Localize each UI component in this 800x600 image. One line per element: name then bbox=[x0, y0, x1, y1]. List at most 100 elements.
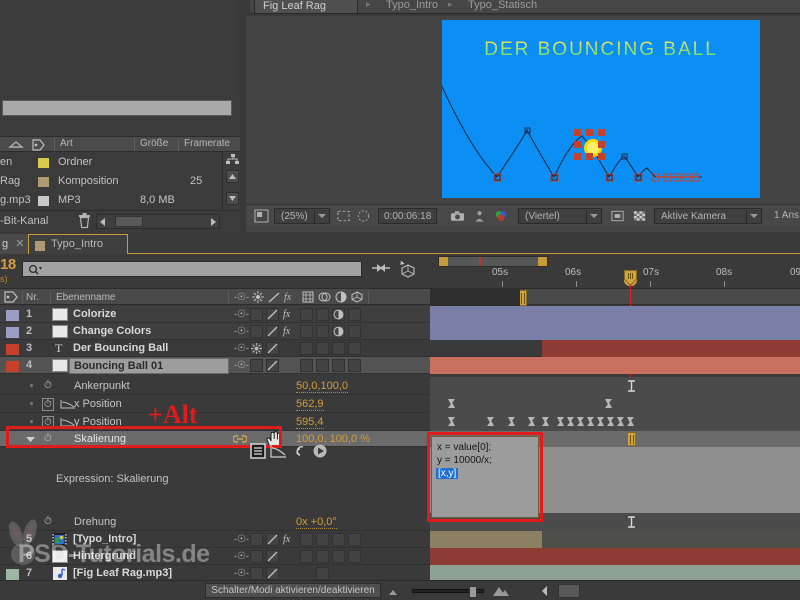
fx-indicator[interactable]: fx bbox=[283, 309, 290, 320]
frame-blend-toggle[interactable] bbox=[300, 342, 313, 355]
magnification-icon[interactable] bbox=[254, 209, 269, 223]
keyframe[interactable] bbox=[508, 417, 515, 426]
quality-toggle[interactable] bbox=[250, 533, 263, 546]
label-tag-icon[interactable] bbox=[32, 139, 45, 151]
motion-blur-toggle[interactable] bbox=[316, 567, 329, 580]
layer-name[interactable]: Colorize bbox=[73, 308, 116, 320]
property-value[interactable]: 0x +0,0° bbox=[296, 516, 337, 529]
layer-color-swatch[interactable] bbox=[6, 327, 19, 338]
expression-language-icon[interactable] bbox=[312, 443, 328, 459]
layer-bar-5[interactable] bbox=[430, 531, 542, 548]
header-shy-icon[interactable]: -☉- bbox=[234, 292, 249, 303]
quality-toggle[interactable] bbox=[250, 342, 263, 355]
3d-toggle[interactable] bbox=[348, 308, 361, 321]
expression-line-1[interactable]: x = value[0]; bbox=[437, 442, 491, 453]
header-effects-icon[interactable] bbox=[268, 292, 280, 303]
show-snapshot-icon[interactable] bbox=[472, 209, 487, 223]
layer-name[interactable]: Der Bouncing Ball bbox=[73, 342, 168, 354]
column-header-nr[interactable]: Nr. bbox=[26, 292, 39, 303]
property-value[interactable]: 562,9 bbox=[296, 398, 324, 411]
layer-bar-3[interactable] bbox=[542, 340, 800, 357]
project-row[interactable]: g.mp3 MP3 8,0 MB bbox=[0, 191, 232, 210]
layer-color-swatch[interactable] bbox=[6, 361, 19, 372]
layer-color-swatch[interactable] bbox=[6, 344, 19, 355]
keyframe-row-x-position[interactable] bbox=[430, 395, 800, 413]
switch-modes-button[interactable]: Schalter/Modi aktivieren/deaktivieren bbox=[205, 583, 381, 598]
timeline-tab-typo-intro[interactable]: Typo_Intro bbox=[28, 234, 128, 254]
pick-whip-icon[interactable] bbox=[292, 443, 308, 459]
expression-line-2[interactable]: y = 10000/x; bbox=[437, 455, 492, 466]
keyframe[interactable] bbox=[542, 417, 549, 426]
work-area-start-handle[interactable] bbox=[439, 257, 448, 266]
project-scrollbar[interactable] bbox=[222, 152, 240, 214]
property-value[interactable]: 50,0,100,0 bbox=[296, 380, 348, 393]
keyframe[interactable] bbox=[448, 417, 455, 426]
keyframe[interactable] bbox=[577, 417, 584, 426]
keyframe[interactable] bbox=[528, 417, 535, 426]
project-col-art[interactable]: Art bbox=[60, 138, 73, 149]
3d-toggle[interactable] bbox=[348, 359, 361, 372]
project-row[interactable]: Rag Komposition 25 bbox=[0, 172, 232, 191]
top-tab-fig-leaf-rag[interactable]: Fig Leaf Rag bbox=[254, 0, 358, 13]
keyframe[interactable] bbox=[448, 399, 455, 408]
scroll-down-button[interactable] bbox=[226, 192, 239, 205]
keyframe-navigator[interactable] bbox=[627, 516, 636, 528]
fx-indicator[interactable]: fx bbox=[283, 326, 290, 337]
project-row[interactable]: en Ordner bbox=[0, 153, 232, 172]
current-time-display[interactable]: 0:00:06:18 bbox=[378, 208, 438, 224]
zoom-slider-thumb[interactable] bbox=[469, 586, 477, 598]
region-of-interest-icon[interactable] bbox=[336, 209, 351, 223]
shy-toggle[interactable]: -☉- bbox=[234, 326, 249, 337]
effects-toggle[interactable] bbox=[266, 359, 279, 372]
shy-toggle[interactable]: -☉- bbox=[234, 343, 249, 354]
zoom-level-dropdown[interactable]: (25%) bbox=[274, 208, 330, 224]
keyframe[interactable] bbox=[487, 417, 494, 426]
quality-toggle[interactable] bbox=[250, 308, 263, 321]
scroll-up-button[interactable] bbox=[226, 170, 239, 183]
effects-toggle[interactable] bbox=[266, 567, 279, 580]
layer-bar-1[interactable] bbox=[430, 306, 800, 323]
timeline-horizontal-scrollbar[interactable] bbox=[0, 570, 180, 580]
column-header-ebenenname[interactable]: Ebenenname bbox=[56, 292, 116, 303]
property-name[interactable]: x Position bbox=[74, 398, 122, 410]
snapshot-icon[interactable] bbox=[450, 209, 465, 223]
quality-toggle[interactable] bbox=[250, 325, 263, 338]
expression-line-3-selected[interactable]: [x,y] bbox=[436, 468, 459, 479]
frame-blend-toggle[interactable] bbox=[300, 550, 313, 563]
3d-toggle[interactable] bbox=[348, 342, 361, 355]
motion-blur-toggle[interactable] bbox=[316, 550, 329, 563]
zoom-in-icon[interactable] bbox=[492, 584, 510, 597]
close-icon[interactable]: ✕ bbox=[15, 238, 24, 250]
shy-toggle[interactable]: -☉- bbox=[234, 360, 249, 371]
motion-blur-toggle[interactable] bbox=[316, 533, 329, 546]
timeline-zoom-slider[interactable] bbox=[412, 586, 484, 598]
project-horizontal-scrollbar[interactable] bbox=[96, 214, 220, 229]
fx-indicator[interactable]: fx bbox=[283, 534, 290, 545]
keyframe[interactable] bbox=[597, 417, 604, 426]
keyframe-row-ankerpunkt[interactable] bbox=[430, 377, 800, 395]
zoom-out-icon[interactable] bbox=[388, 587, 402, 596]
adjustment-toggle[interactable] bbox=[332, 550, 345, 563]
selected-ball-layer[interactable] bbox=[574, 129, 605, 160]
top-tab-typo-statisch[interactable]: Typo_Statisch bbox=[460, 0, 545, 13]
channel-icon[interactable] bbox=[494, 209, 509, 223]
adjustment-toggle[interactable] bbox=[332, 325, 345, 338]
collapse-left-icon[interactable] bbox=[540, 585, 550, 597]
adjustment-toggle[interactable] bbox=[332, 359, 345, 372]
3d-toggle[interactable] bbox=[348, 533, 361, 546]
label-tag-icon[interactable] bbox=[4, 291, 18, 303]
bit-depth-label[interactable]: -Bit-Kanal bbox=[0, 215, 48, 227]
layer-name-editing[interactable]: Bouncing Ball 01 bbox=[69, 358, 229, 374]
keyframe[interactable] bbox=[627, 417, 634, 426]
header-3d-layer-icon[interactable] bbox=[351, 291, 363, 303]
motion-blur-toggle[interactable] bbox=[316, 325, 329, 338]
effects-toggle[interactable] bbox=[266, 550, 279, 563]
property-value[interactable]: 595,4 bbox=[296, 416, 324, 429]
stopwatch-icon-active[interactable]: ⏱ bbox=[42, 398, 54, 411]
layer-bar-5-tail[interactable] bbox=[542, 531, 800, 548]
3d-renderer-icon[interactable] bbox=[398, 260, 418, 278]
composition-canvas[interactable]: DER BOUNCING BALL bbox=[442, 20, 760, 198]
motion-blur-toggle[interactable] bbox=[316, 342, 329, 355]
header-fx-icon[interactable]: fx bbox=[284, 292, 291, 303]
frame-blend-toggle[interactable] bbox=[300, 359, 313, 372]
